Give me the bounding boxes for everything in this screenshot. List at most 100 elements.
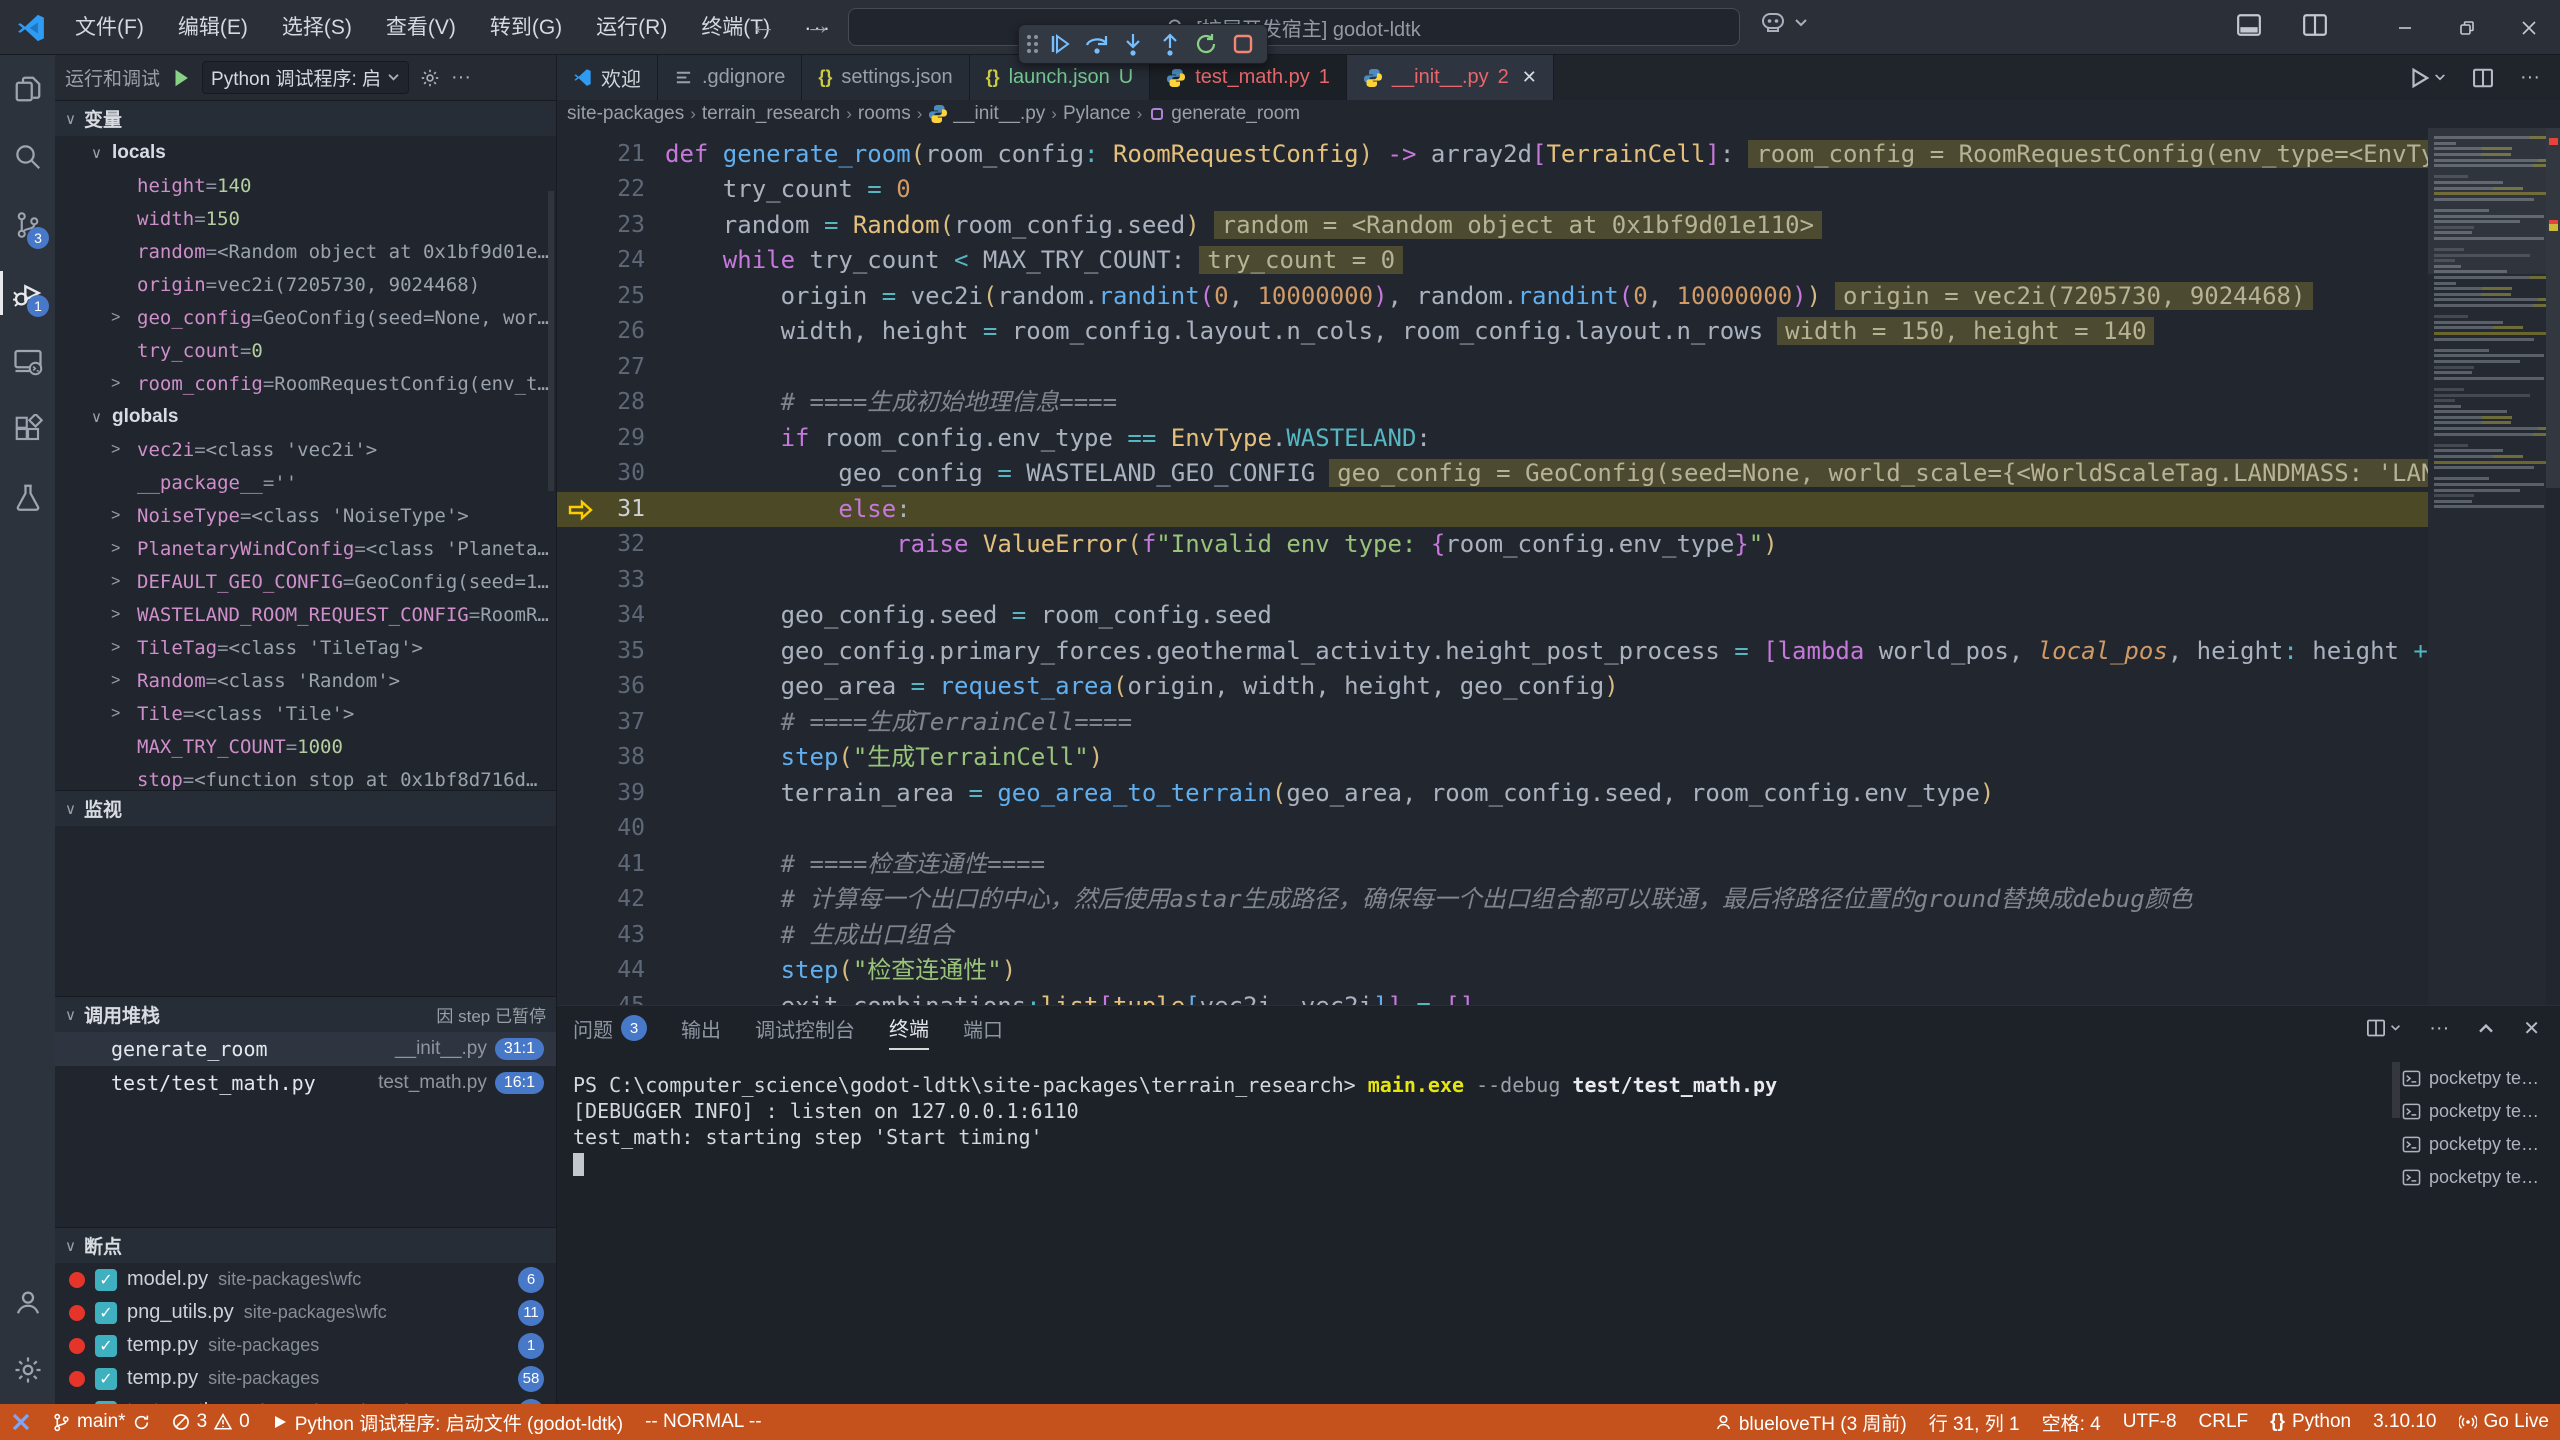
terminal-output[interactable]: PS C:\computer_science\godot-ldtk\site-p… [573, 1072, 2393, 1176]
stack-frame-generate_room[interactable]: generate_room__init__.py31:1 [55, 1032, 556, 1066]
breakpoints-section-header[interactable]: ∨ 断点 [55, 1227, 556, 1263]
variable-row-origin[interactable]: origin = vec2i(7205730, 9024468) [55, 268, 556, 301]
status-item-UTF-8[interactable]: UTF-8 [2112, 1404, 2188, 1440]
step-out-button[interactable] [1154, 28, 1187, 60]
expand-chevron-icon[interactable]: > [111, 639, 137, 657]
breadcrumb-item-generate_room[interactable]: generate_room [1148, 103, 1300, 125]
breakpoint-row-temp.py[interactable]: ✓temp.pysite-packages58 [55, 1362, 556, 1395]
variable-row-MAX_TRY_COUNT[interactable]: MAX_TRY_COUNT = 1000 [55, 730, 556, 763]
variable-row-stop[interactable]: stop = <function stop at 0x1bf8d716d… [55, 763, 556, 790]
menu-item-运行[interactable]: 运行(R) [579, 8, 684, 48]
variable-row-Random[interactable]: >Random = <class 'Random'> [55, 664, 556, 697]
variables-section-header[interactable]: ∨ 变量 [55, 100, 556, 136]
restart-button[interactable] [1190, 28, 1223, 60]
split-layout-icon[interactable] [2302, 12, 2328, 38]
nav-back-arrow[interactable]: ← [745, 10, 781, 41]
continue-button[interactable] [1044, 28, 1077, 60]
menu-item-转到[interactable]: 转到(G) [473, 8, 579, 48]
breakpoint-checkbox[interactable]: ✓ [95, 1302, 117, 1324]
minimap[interactable] [2428, 128, 2546, 1005]
debug-config-dropdown[interactable]: Python 调试程序: 启 [202, 61, 409, 94]
remote-explorer-icon[interactable] [0, 327, 55, 395]
run-debug-icon[interactable]: 1 [0, 259, 55, 327]
variable-row-width[interactable]: width = 150 [55, 202, 556, 235]
expand-chevron-icon[interactable]: > [111, 309, 137, 327]
tab-欢迎[interactable]: 欢迎 [557, 55, 658, 100]
status-item-3.10.10[interactable]: 3.10.10 [2362, 1404, 2447, 1440]
start-debug-icon[interactable] [170, 67, 192, 89]
run-file-button[interactable] [2408, 67, 2446, 89]
editor-scrollbar[interactable] [2546, 128, 2560, 488]
breadcrumb-item-terrain_research[interactable]: terrain_research [702, 103, 840, 125]
split-terminal-icon[interactable] [2366, 1018, 2401, 1038]
status-item-Go Live[interactable]: Go Live [2448, 1404, 2560, 1440]
sidebar-more-actions-icon[interactable]: ··· [451, 66, 471, 89]
toggle-panel-icon[interactable] [2236, 12, 2262, 38]
scope-locals[interactable]: ∨locals [55, 136, 556, 169]
terminal-instance[interactable]: pocketpy te… [2402, 1161, 2554, 1194]
breakpoint-row-test_math.py[interactable]: ✓test_math.pysite-packages\terrain_res…1… [55, 1395, 556, 1404]
tab-settings.json[interactable]: {}settings.json [802, 55, 969, 100]
variable-row-random[interactable]: random = <Random object at 0x1bf9d01e… [55, 235, 556, 268]
breadcrumb-item-rooms[interactable]: rooms [858, 103, 911, 125]
status-item-main*[interactable]: main* [42, 1404, 161, 1440]
editor-more-actions-icon[interactable]: ··· [2520, 66, 2540, 89]
expand-chevron-icon[interactable]: > [111, 375, 137, 393]
expand-chevron-icon[interactable]: > [111, 441, 137, 459]
terminal-instance[interactable]: pocketpy te… [2402, 1095, 2554, 1128]
status-item-CRLF[interactable]: CRLF [2188, 1404, 2260, 1440]
panel-tab-端口[interactable]: 端口 [963, 1006, 1003, 1050]
scope-globals[interactable]: ∨globals [55, 400, 556, 433]
panel-tab-调试控制台[interactable]: 调试控制台 [755, 1006, 855, 1050]
breakpoint-row-model.py[interactable]: ✓model.pysite-packages\wfc6 [55, 1263, 556, 1296]
minimize-button[interactable] [2374, 0, 2436, 55]
expand-chevron-icon[interactable]: > [111, 672, 137, 690]
expand-chevron-icon[interactable]: > [111, 705, 137, 723]
explorer-icon[interactable] [0, 55, 55, 123]
stop-button[interactable] [1227, 28, 1260, 60]
expand-chevron-icon[interactable]: > [111, 540, 137, 558]
panel-tab-问题[interactable]: 问题3 [573, 1006, 647, 1050]
callstack-section-header[interactable]: ∨ 调用堆栈 因 step 已暂停 [55, 996, 556, 1032]
status-item-blueloveTH (3 周前)[interactable]: blueloveTH (3 周前) [1704, 1404, 1918, 1440]
close-panel-icon[interactable]: ✕ [2523, 1016, 2540, 1041]
account-icon[interactable] [0, 1268, 55, 1336]
breadcrumb-item-Pylance[interactable]: Pylance [1063, 103, 1131, 125]
step-into-button[interactable] [1117, 28, 1150, 60]
expand-chevron-icon[interactable]: > [111, 606, 137, 624]
variable-row-NoiseType[interactable]: >NoiseType = <class 'NoiseType'> [55, 499, 556, 532]
status-item-3[interactable]: 30 [161, 1404, 261, 1440]
toolbar-drag-handle-icon[interactable] [1027, 35, 1038, 53]
extensions-icon[interactable] [0, 395, 55, 463]
status-item-空格: 4[interactable]: 空格: 4 [2031, 1404, 2112, 1440]
step-over-button[interactable] [1081, 28, 1114, 60]
tab-__init__.py[interactable]: __init__.py2✕ [1347, 55, 1554, 100]
copilot-menu[interactable] [1760, 12, 1808, 34]
panel-more-actions-icon[interactable]: ··· [2429, 1017, 2449, 1040]
close-icon[interactable]: ✕ [1522, 67, 1537, 88]
panel-tab-终端[interactable]: 终端 [889, 1006, 929, 1050]
variable-row-PlanetaryWindConfig[interactable]: >PlanetaryWindConfig = <class 'Planeta… [55, 532, 556, 565]
source-control-icon[interactable]: 3 [0, 191, 55, 259]
sidebar-scrollbar[interactable] [548, 191, 554, 491]
nav-forward-arrow[interactable]: → [800, 10, 836, 41]
variable-row-height[interactable]: height = 140 [55, 169, 556, 202]
status-item-Python 调试程序: 启动文件 (godot-ldtk)[interactable]: Python 调试程序: 启动文件 (godot-ldtk) [261, 1404, 634, 1440]
breakpoint-checkbox[interactable]: ✓ [95, 1335, 117, 1357]
debug-settings-gear-icon[interactable] [419, 67, 441, 89]
breakpoint-row-png_utils.py[interactable]: ✓png_utils.pysite-packages\wfc11 [55, 1296, 556, 1329]
testing-icon[interactable] [0, 463, 55, 531]
code-editor[interactable]: 2021def generate_room(room_config: RoomR… [557, 128, 2560, 1005]
variable-row-TileTag[interactable]: >TileTag = <class 'TileTag'> [55, 631, 556, 664]
breadcrumb-item-site-packages[interactable]: site-packages [567, 103, 684, 125]
variable-row-room_config[interactable]: >room_config = RoomRequestConfig(env_t… [55, 367, 556, 400]
menu-item-文件[interactable]: 文件(F) [58, 8, 161, 48]
variable-row-__package__[interactable]: __package__ = '' [55, 466, 556, 499]
menu-item-选择[interactable]: 选择(S) [265, 8, 369, 48]
close-window-button[interactable] [2498, 0, 2560, 55]
menu-item-查看[interactable]: 查看(V) [369, 8, 473, 48]
breakpoint-row-temp.py[interactable]: ✓temp.pysite-packages1 [55, 1329, 556, 1362]
terminal-instance[interactable]: pocketpy te… [2402, 1062, 2554, 1095]
status-item-Python[interactable]: {}Python [2259, 1404, 2362, 1440]
variable-row-try_count[interactable]: try_count = 0 [55, 334, 556, 367]
